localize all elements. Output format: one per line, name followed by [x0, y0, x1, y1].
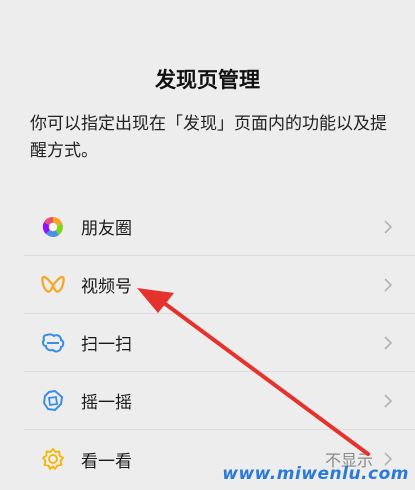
page-description: 你可以指定出现在「发现」页面内的功能以及提醒方式。	[30, 114, 387, 161]
chevron-right-icon	[384, 219, 393, 234]
menu-item-label: 朋友圈	[81, 219, 132, 239]
shake-icon	[41, 389, 65, 413]
menu-item-scan[interactable]: 扫一扫	[24, 314, 415, 372]
menu-item-label: 扫一扫	[81, 335, 132, 355]
discover-menu-list: 朋友圈 视频号 扫一扫 摇一摇 看一看 不显示	[24, 198, 415, 488]
chevron-right-icon	[384, 335, 393, 350]
chevron-right-icon	[384, 393, 393, 408]
watermark: www.miwenlu.com	[222, 464, 409, 484]
menu-item-label: 视频号	[81, 277, 132, 297]
menu-item-label: 看一看	[81, 451, 132, 472]
menu-item-moments[interactable]: 朋友圈	[24, 198, 415, 256]
menu-item-label: 摇一摇	[81, 393, 132, 413]
scan-icon	[41, 331, 65, 355]
chevron-right-icon	[384, 277, 393, 292]
menu-item-shake[interactable]: 摇一摇	[24, 372, 415, 430]
channels-icon	[41, 273, 65, 297]
page-title: 发现页管理	[155, 68, 260, 92]
moments-icon	[41, 215, 65, 239]
menu-item-channels[interactable]: 视频号	[24, 256, 415, 314]
top-stories-icon	[41, 447, 65, 471]
